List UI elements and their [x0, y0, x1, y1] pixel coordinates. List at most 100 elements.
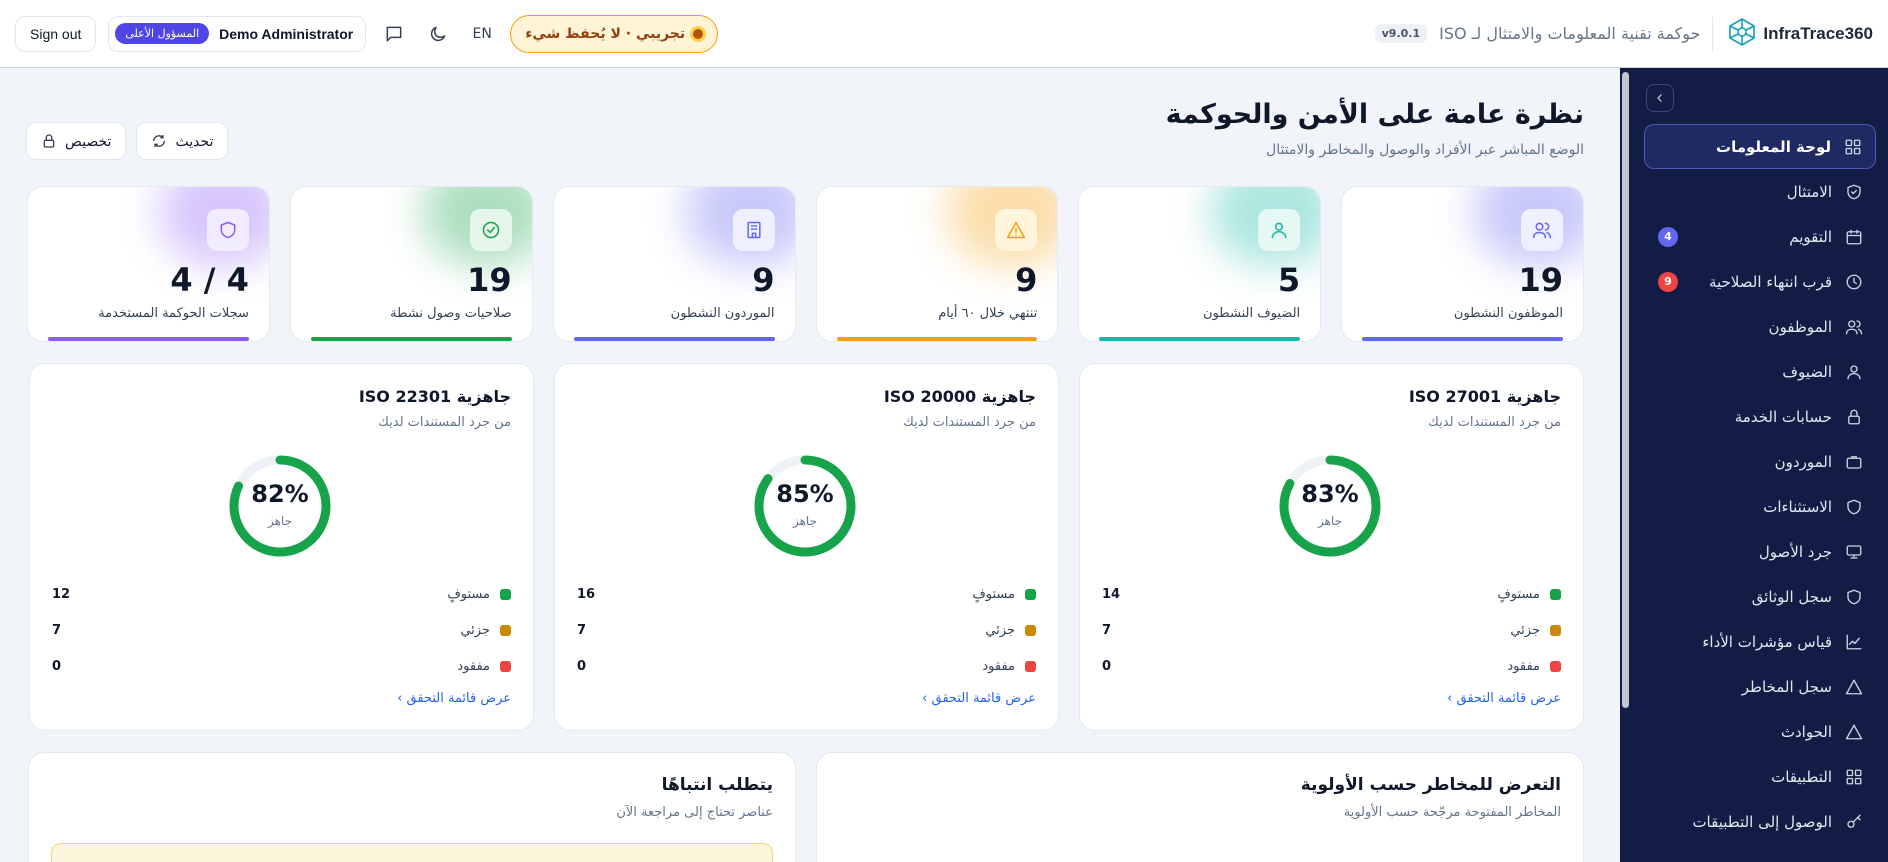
customize-button[interactable]: تخصيص [26, 122, 127, 160]
chat-icon[interactable] [378, 18, 410, 50]
legend-swatch [500, 660, 511, 672]
legend-swatch [1025, 624, 1036, 636]
lock-icon [1844, 407, 1864, 427]
legend-text: مستوفٍ [972, 586, 1015, 602]
alert-icon [995, 209, 1038, 251]
legend-row-met: مستوفٍ 14 [1102, 576, 1561, 612]
sidebar-item[interactable]: الحوادث [1644, 709, 1876, 754]
warning-icon [1844, 722, 1864, 742]
page-subtitle: الوضع المباشر عبر الأفراد والوصول والمخا… [1266, 142, 1584, 158]
users-icon [1844, 317, 1864, 337]
risk-exposure-card: التعرض للمخاطر حسب الأولوية المخاطر المف… [816, 752, 1584, 862]
stat-card[interactable]: 19 صلاحيات وصول نشطة [289, 186, 533, 342]
sidebar-collapse-button[interactable] [1646, 84, 1674, 112]
legend-text: جزئي [460, 622, 490, 638]
nav-count-badge: 9 [1658, 271, 1678, 292]
legend-label: مستوفٍ [1497, 587, 1561, 602]
sidebar-item[interactable]: الوصول إلى التطبيقات [1644, 799, 1876, 844]
clock-icon [1844, 272, 1864, 292]
stat-accent-bar [310, 337, 512, 341]
sidebar-item-label: الحوادث [1780, 722, 1832, 741]
demo-mode-badge: تجريبي · لا يُحفظ شيء [510, 14, 719, 53]
legend-swatch [1025, 660, 1036, 672]
sidebar-item-label: التطبيقات [1771, 767, 1832, 786]
sidebar-item[interactable]: الامتثال [1644, 169, 1876, 214]
stat-value: 5 [1277, 261, 1301, 299]
attention-card: يتطلب انتباهًا عناصر تحتاج إلى مراجعة ال… [28, 752, 796, 862]
customize-label: تخصيص [65, 132, 112, 149]
user-menu[interactable]: المسؤول الأعلى Demo Administrator [108, 15, 367, 52]
sidebar-item[interactable]: سجل الوثائق [1644, 574, 1876, 619]
stat-card[interactable]: 9 تنتهي خلال ٦٠ أيام [815, 186, 1059, 342]
sidebar-item-label: سجل المخاطر [1741, 677, 1832, 696]
view-checklist-link[interactable]: عرض قائمة التحقق › [1447, 691, 1561, 706]
stat-card[interactable]: 5 الضيوف النشطون [1078, 186, 1322, 342]
sidebar-item[interactable]: الموردون [1644, 439, 1876, 484]
stat-accent-bar [48, 337, 249, 341]
language-toggle[interactable]: EN [466, 26, 498, 42]
grid-icon [1844, 767, 1864, 787]
legend-swatch [1550, 624, 1561, 636]
legend-label: مفقود [1507, 659, 1561, 674]
refresh-icon [153, 135, 166, 147]
legend-label: مفقود [982, 659, 1036, 674]
stat-cards: 19 الموظفون النشطون 5 الضيوف النشطون 9 تنتهي … [27, 186, 1584, 342]
legend-row-partial: جزئي 7 [52, 612, 511, 648]
sidebar-item[interactable]: قياس مؤشرات الأداء [1644, 619, 1876, 664]
sign-out-button[interactable]: Sign out [15, 15, 97, 52]
sidebar-item[interactable]: جرد الأصول [1644, 529, 1876, 574]
readiness-subtitle: من جرد المستندات لديك [378, 415, 511, 430]
moon-icon[interactable] [422, 18, 454, 50]
sidebar-item[interactable]: سجل المخاطر [1644, 664, 1876, 709]
legend-value: 7 [577, 622, 587, 638]
legend-row-partial: جزئي 7 [1102, 612, 1561, 648]
readiness-card: جاهزية ISO 20000 من جرد المستندات لديك 85%… [554, 363, 1059, 731]
stat-card[interactable]: 19 الموظفون النشطون [1341, 186, 1584, 342]
legend-row-missing: مفقود 0 [1102, 648, 1561, 684]
legend-value: 7 [1102, 622, 1112, 638]
legend-label: مستوفٍ [972, 587, 1036, 602]
bottom-cards: التعرض للمخاطر حسب الأولوية المخاطر المف… [27, 752, 1584, 862]
sidebar-item[interactable]: الاستثناءات [1644, 484, 1876, 529]
brand-logo[interactable]: InfraTrace360 [1712, 16, 1873, 51]
attention-card-title: يتطلب انتباهًا [661, 775, 773, 795]
sidebar-item[interactable]: قرب انتهاء الصلاحية 9 [1644, 259, 1876, 304]
main-scrollbar[interactable] [1622, 72, 1629, 708]
legend-row-partial: جزئي 7 [577, 612, 1036, 648]
page-title: نظرة عامة على الأمن والحوكمة [1165, 99, 1584, 130]
alert-triangle-icon [1844, 677, 1864, 697]
sidebar-item[interactable]: الموظفون [1644, 304, 1876, 349]
users-icon [1521, 209, 1563, 251]
legend-swatch [500, 588, 511, 600]
user-name: Demo Administrator [219, 25, 354, 42]
sidebar-item[interactable]: الضيوف [1644, 349, 1876, 394]
stat-label: الموظفون النشطون [1453, 306, 1563, 321]
shield-check-icon [1844, 182, 1864, 202]
view-checklist-link[interactable]: عرض قائمة التحقق › [922, 691, 1036, 706]
attention-item[interactable] [51, 843, 773, 862]
stat-accent-bar [836, 337, 1038, 341]
view-checklist-link[interactable]: عرض قائمة التحقق › [397, 691, 511, 706]
sidebar-item[interactable]: حسابات الخدمة [1644, 394, 1876, 439]
legend-row-missing: مفقود 0 [52, 648, 511, 684]
stat-value: 9 [1015, 261, 1038, 299]
sidebar-item[interactable]: التقويم 4 [1644, 214, 1876, 259]
legend-text: مستوفٍ [447, 586, 490, 602]
refresh-label: تحديث [175, 132, 214, 149]
chart-line-icon [1844, 632, 1864, 652]
sidebar-item[interactable]: التطبيقات [1644, 754, 1876, 799]
user-icon [1844, 362, 1864, 382]
refresh-button[interactable]: تحديث [136, 122, 229, 160]
stat-value: 4 / 4 [170, 261, 249, 299]
stat-card[interactable]: 9 الموردون النشطون [552, 186, 796, 342]
readiness-title: جاهزية ISO 20000 [883, 387, 1036, 406]
page-actions: تخصيص تحديث [26, 122, 229, 160]
legend-row-met: مستوفٍ 16 [577, 576, 1036, 612]
app-subtitle: حوكمة تقنية المعلومات والامتثال لـ ISO [1439, 24, 1701, 43]
stat-card[interactable]: 4 / 4 سجلات الحوكمة المستخدمة [27, 186, 270, 342]
attention-card-subtitle: عناصر تحتاج إلى مراجعة الآن [616, 805, 773, 820]
sidebar-item[interactable]: لوحة المعلومات [1644, 124, 1876, 169]
readiness-cards: جاهزية ISO 27001 من جرد المستندات لديك 83%… [27, 363, 1584, 731]
legend-label: جزئي [1510, 623, 1561, 638]
sidebar-item-label: حسابات الخدمة [1734, 407, 1832, 426]
